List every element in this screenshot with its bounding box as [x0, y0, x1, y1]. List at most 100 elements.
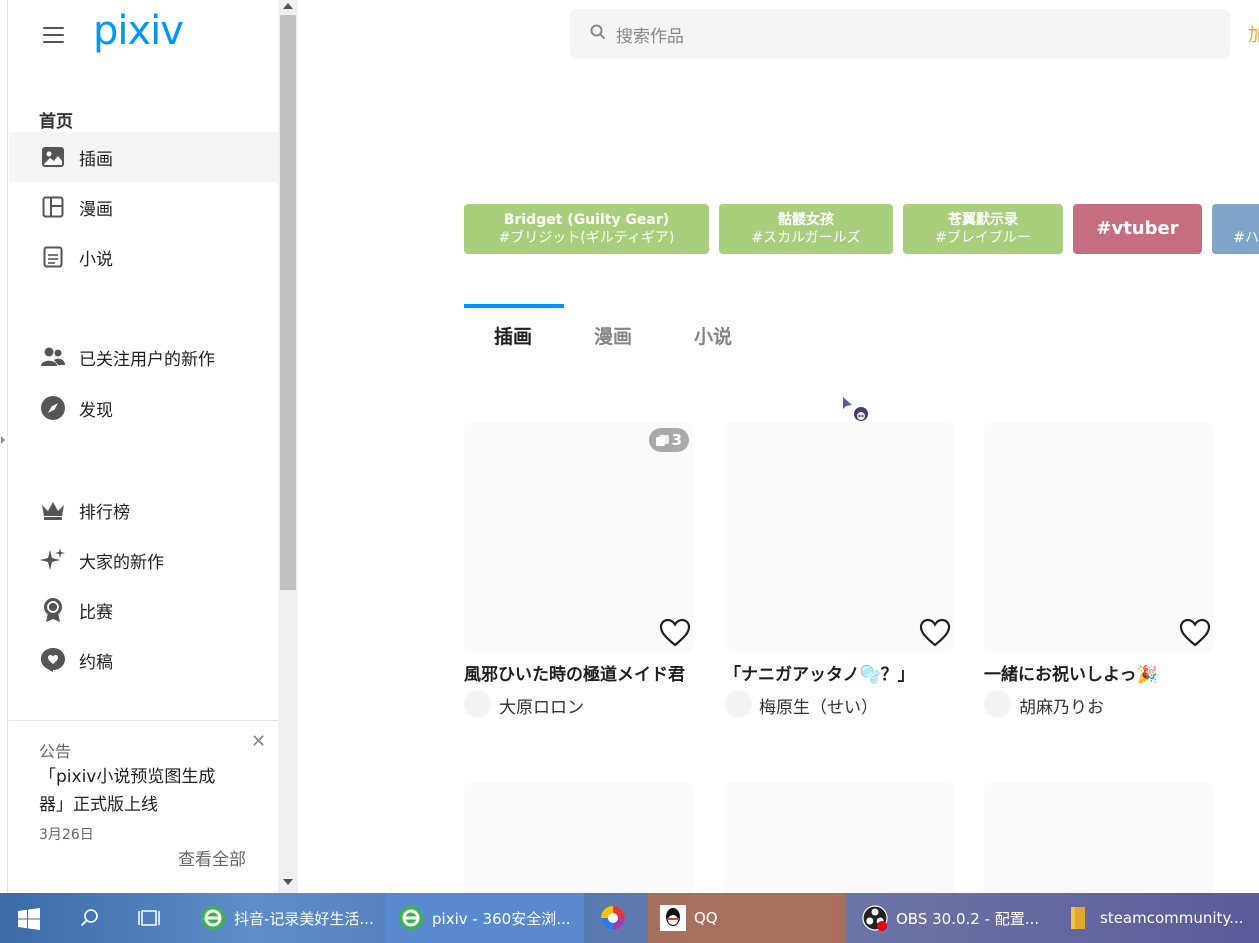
illustration-icon	[40, 144, 66, 170]
sidebar-item-manga[interactable]: 漫画	[9, 182, 278, 232]
folder-icon	[1071, 907, 1085, 929]
browser-360-icon	[399, 906, 423, 930]
work-title[interactable]: 「ナニガアッタノ🫧？」	[724, 660, 915, 685]
notice-text[interactable]: 「pixiv小说预览图生成器」正式版上线	[39, 763, 239, 819]
tag-line2: #ハ	[1233, 230, 1259, 246]
work-card[interactable]	[464, 782, 694, 893]
author-name[interactable]: 大原ロロン	[499, 693, 584, 718]
notice-date: 3月26日	[39, 827, 94, 843]
like-heart-icon[interactable]	[1178, 616, 1212, 650]
sidebar-item-label: 漫画	[79, 199, 113, 220]
close-icon[interactable]: ✕	[251, 731, 266, 752]
following-icon	[40, 344, 66, 370]
notice-title: 公告	[39, 742, 72, 761]
tab-illustrations[interactable]: 插画	[494, 322, 532, 349]
like-heart-icon[interactable]	[918, 616, 952, 650]
search-placeholder: 搜索作品	[616, 26, 684, 47]
work-card[interactable]: 3	[464, 422, 694, 652]
sidebar-item-label: 排行榜	[79, 502, 130, 523]
search-icon	[590, 24, 606, 44]
tag-skullgirls[interactable]: 骷髅女孩 #スカルガールズ	[719, 204, 893, 254]
avatar[interactable]	[724, 690, 752, 718]
taskbar-item-label: pixiv - 360安全浏...	[432, 909, 571, 928]
tag-line1: Bridget (Guilty Gear)	[503, 212, 670, 228]
work-card[interactable]	[724, 422, 954, 652]
qq-icon	[660, 905, 686, 931]
tab-novels[interactable]: 小说	[694, 322, 732, 349]
windows-taskbar: 抖音-记录美好生活... pixiv - 360安全浏... QQ OBS 30…	[0, 893, 1259, 943]
novel-icon	[40, 244, 66, 270]
sidebar-item-label: 发现	[79, 400, 113, 421]
work-card[interactable]	[984, 422, 1214, 652]
pixiv-logo[interactable]: pixiv	[93, 8, 184, 54]
manga-icon	[40, 194, 66, 220]
taskbar-item-obs[interactable]: OBS 30.0.2 - 配置...	[850, 893, 1050, 943]
header-cut-text[interactable]: 加	[1248, 21, 1259, 47]
scroll-thumb[interactable]	[280, 15, 296, 590]
avatar[interactable]	[984, 690, 1012, 718]
browser-360-icon	[201, 906, 225, 930]
sidebar-edge	[0, 0, 8, 893]
work-title[interactable]: 一緒にお祝いしよっ🎉	[984, 660, 1158, 685]
work-card[interactable]	[724, 782, 954, 893]
windows-start-icon[interactable]	[18, 908, 40, 930]
tag-line2: #ブリジット(ギルティギア)	[498, 230, 675, 246]
scroll-down-icon[interactable]	[283, 879, 293, 885]
sidebar-item-discover[interactable]: 发现	[9, 383, 278, 433]
search-icon[interactable]	[80, 908, 100, 928]
taskbar-item-label: OBS 30.0.2 - 配置...	[896, 909, 1040, 928]
tag-bridget[interactable]: Bridget (Guilty Gear) #ブリジット(ギルティギア)	[464, 204, 709, 254]
taskbar-item-qq[interactable]: QQ	[648, 893, 846, 943]
notice-panel: 公告 ✕ 「pixiv小说预览图生成器」正式版上线 3月26日 查看全部	[9, 720, 278, 893]
tab-manga[interactable]: 漫画	[594, 322, 632, 349]
like-heart-icon[interactable]	[658, 616, 692, 650]
sidebar-item-novels[interactable]: 小说	[9, 232, 278, 282]
author-name[interactable]: 梅原生（せい）	[759, 693, 878, 718]
taskbar-item-steamcommunity[interactable]: steamcommunity...	[1054, 893, 1259, 943]
medal-icon	[40, 597, 66, 623]
tag-blazblue[interactable]: 苍翼默示录 #ブレイブルー	[903, 204, 1063, 254]
task-view-icon[interactable]	[138, 908, 160, 928]
compass-icon	[40, 395, 66, 421]
hamburger-menu-icon[interactable]	[43, 26, 65, 44]
pages-icon	[655, 434, 669, 446]
page-count: 3	[671, 431, 682, 449]
sidebar-item-new-works[interactable]: 大家的新作	[9, 535, 278, 585]
sidebar-item-illustrations[interactable]: 插画	[9, 132, 278, 182]
taskbar-item-color-app[interactable]	[588, 893, 644, 943]
author-name[interactable]: 胡麻乃りお	[1019, 693, 1104, 718]
sidebar: pixiv 首页 插画 漫画 小说 已关注用户的新作 发现 排行榜 大家的新作 …	[0, 0, 278, 893]
work-card[interactable]	[984, 782, 1214, 893]
taskbar-item-pixiv[interactable]: pixiv - 360安全浏...	[386, 893, 584, 943]
tag-line1: 苍翼默示录	[948, 212, 1018, 228]
tag-partial[interactable]: #ハ	[1212, 204, 1259, 254]
sidebar-item-label: 小说	[79, 249, 113, 270]
taskbar-item-douyin[interactable]: 抖音-记录美好生活...	[188, 893, 382, 943]
sidebar-item-label: 大家的新作	[79, 552, 164, 573]
page-count-badge: 3	[648, 428, 689, 452]
sidebar-item-label: 已关注用户的新作	[79, 349, 215, 370]
work-title[interactable]: 風邪ひいた時の極道メイド君	[464, 660, 685, 685]
sidebar-item-label: 约稿	[79, 652, 113, 673]
taskbar-item-label: steamcommunity...	[1100, 909, 1244, 927]
tag-line1: #vtuber	[1096, 218, 1179, 239]
sidebar-item-contests[interactable]: 比赛	[9, 585, 278, 635]
taskbar-item-label: 抖音-记录美好生活...	[234, 909, 374, 928]
sidebar-scrollbar[interactable]	[278, 0, 298, 893]
sidebar-item-ranking[interactable]: 排行榜	[9, 485, 278, 535]
sidebar-item-requests[interactable]: 约稿	[9, 635, 278, 685]
tag-line2: #ブレイブルー	[935, 230, 1031, 246]
scroll-up-icon[interactable]	[283, 3, 293, 9]
view-all-link[interactable]: 查看全部	[178, 845, 246, 870]
avatar[interactable]	[464, 690, 492, 718]
sidebar-item-label: 插画	[79, 149, 113, 170]
search-input[interactable]: 搜索作品	[570, 9, 1230, 59]
section-title-home: 首页	[39, 112, 73, 132]
collapse-arrow-icon[interactable]	[1, 436, 5, 444]
sidebar-item-following[interactable]: 已关注用户的新作	[9, 332, 278, 382]
tag-vtuber[interactable]: #vtuber	[1073, 204, 1202, 254]
taskbar-item-label: QQ	[694, 909, 718, 927]
sidebar-item-label: 比赛	[79, 602, 113, 623]
active-tab-indicator	[464, 304, 564, 308]
crown-icon	[40, 497, 66, 523]
